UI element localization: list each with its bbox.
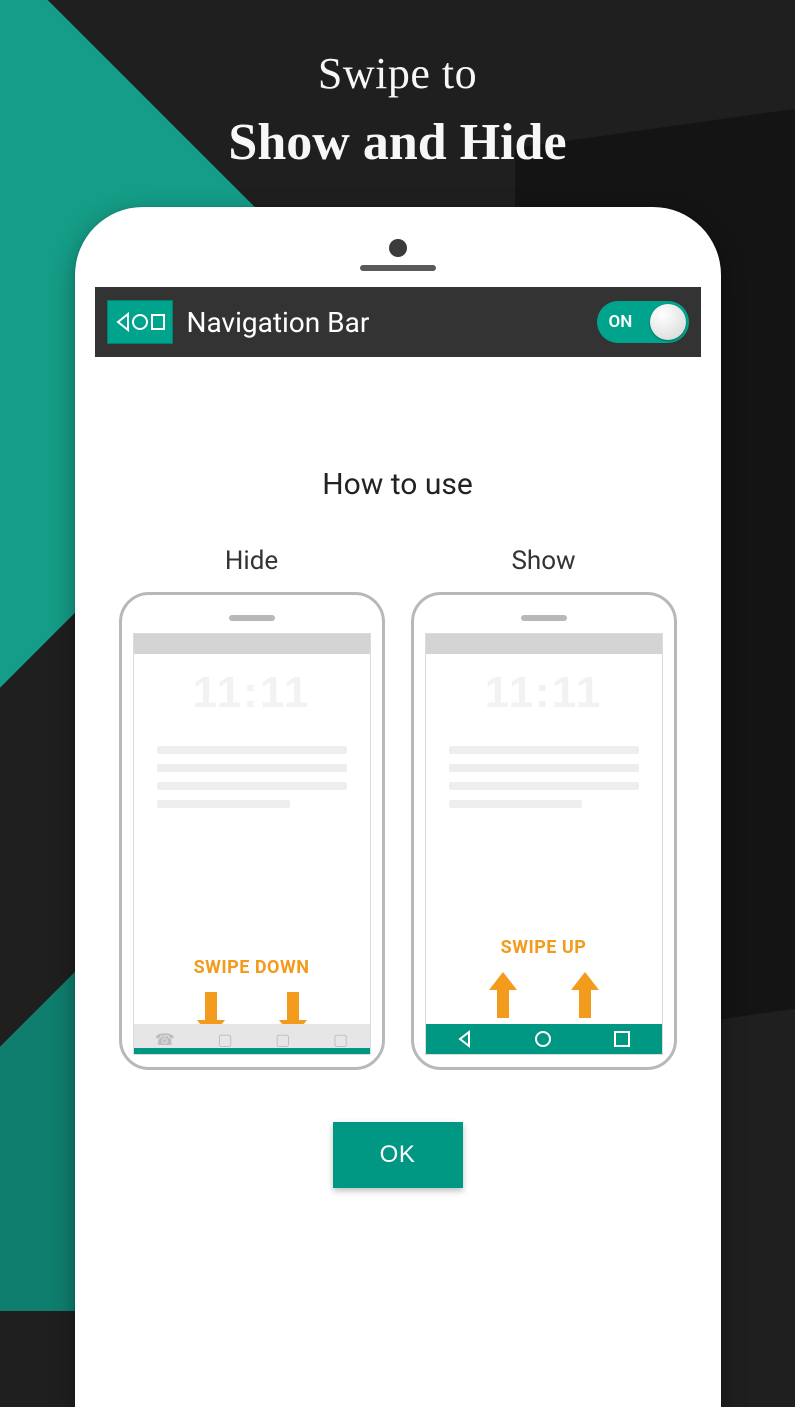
phone-frame: Navigation Bar ON How to use Hide [75, 207, 721, 1407]
howto-dialog: How to use Hide 11:11 SWIPE DOWN [95, 357, 701, 1287]
ghost-time-text: 11:11 [485, 668, 603, 718]
ok-button-label: OK [380, 1141, 416, 1168]
promo-line2: Show and Hide [0, 113, 795, 172]
hide-illustration: 11:11 SWIPE DOWN ☎▢▢▢ [119, 592, 385, 1070]
promo-headline: Swipe to Show and Hide [0, 0, 795, 172]
app-screen: Navigation Bar ON How to use Hide [95, 287, 701, 1287]
arrows-up-icon [426, 972, 662, 1018]
home-icon [533, 1029, 553, 1049]
show-illustration: 11:11 SWIPE UP [411, 592, 677, 1070]
hide-label: Hide [225, 546, 278, 576]
recent-icon [612, 1029, 632, 1049]
toggle-knob-icon [650, 304, 686, 340]
swipe-up-label: SWIPE UP [426, 937, 662, 958]
enable-toggle[interactable]: ON [597, 301, 689, 343]
ghost-time-text: 11:11 [193, 668, 311, 718]
toolbar-title: Navigation Bar [187, 306, 583, 339]
nav-bar-logo-icon [107, 300, 173, 344]
promo-line1: Swipe to [0, 48, 795, 99]
app-toolbar: Navigation Bar ON [95, 287, 701, 357]
phone-speaker-icon [360, 265, 436, 271]
dialog-title: How to use [322, 467, 473, 502]
back-icon [455, 1029, 475, 1049]
phone-camera-icon [389, 239, 407, 257]
show-label: Show [511, 546, 575, 576]
hide-column: Hide 11:11 SWIPE DOWN [119, 546, 385, 1070]
swipe-down-label: SWIPE DOWN [134, 957, 370, 978]
solid-nav-bar-icon [426, 1024, 662, 1054]
show-column: Show 11:11 SWIPE UP [411, 546, 677, 1070]
instruction-columns: Hide 11:11 SWIPE DOWN [119, 546, 677, 1070]
toggle-label: ON [609, 312, 633, 332]
ok-button[interactable]: OK [333, 1122, 463, 1188]
